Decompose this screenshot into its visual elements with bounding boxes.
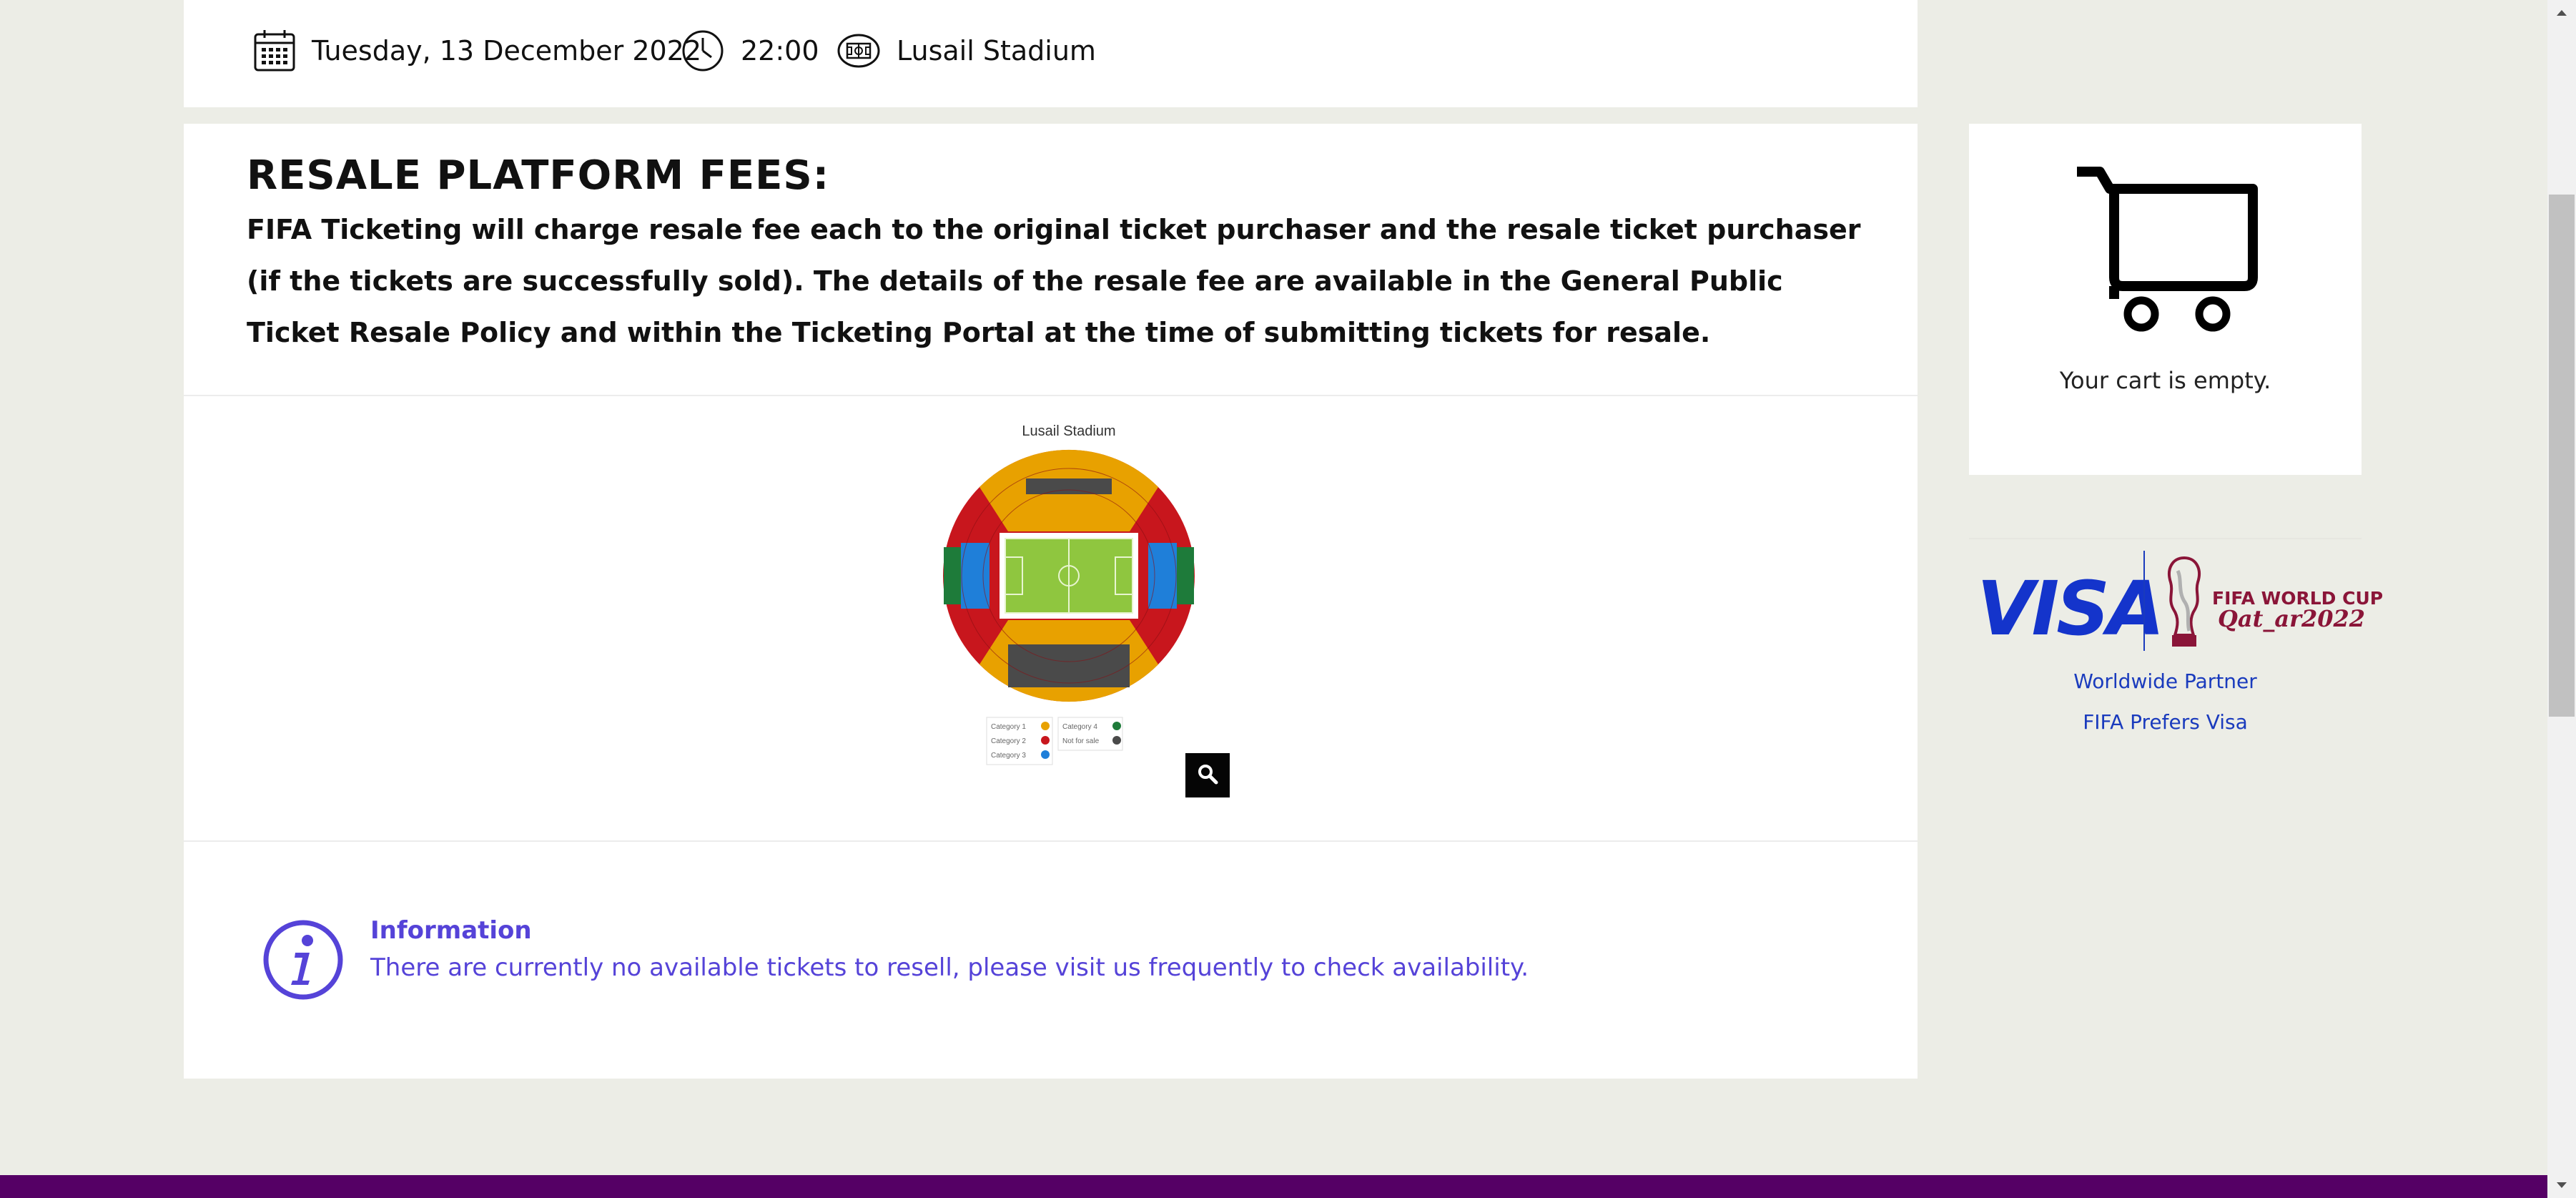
world-cup-trophy-icon <box>2161 555 2208 653</box>
match-venue-text: Lusail Stadium <box>897 35 1096 67</box>
cart-panel: Your cart is empty. <box>1969 124 2362 475</box>
svg-text:Category 3: Category 3 <box>991 752 1026 760</box>
svg-text:Category 4: Category 4 <box>1062 723 1097 731</box>
stadium-map-title: Lusail Stadium <box>1022 423 1115 439</box>
info-icon <box>262 919 344 1004</box>
fifa-prefers-visa-link[interactable]: FIFA Prefers Visa <box>1969 710 2362 734</box>
svg-text:Not for sale: Not for sale <box>1062 737 1100 745</box>
information-message: There are currently no available tickets… <box>370 953 1529 982</box>
divider <box>184 840 1918 842</box>
calendar-icon <box>253 29 296 73</box>
svg-text:Category 1: Category 1 <box>991 723 1026 731</box>
world-cup-year: Qat_ar2022 <box>2218 605 2366 632</box>
match-venue: Lusail Stadium <box>837 26 1096 76</box>
clock-icon <box>681 29 725 73</box>
divider <box>184 395 1918 396</box>
match-date: Tuesday, 13 December 2022 <box>253 26 701 76</box>
resale-fees-text: FIFA Ticketing will charge resale fee ea… <box>247 214 1861 348</box>
search-icon <box>1197 763 1218 788</box>
footer-bar <box>0 1175 2547 1198</box>
worldwide-partner-link[interactable]: Worldwide Partner <box>1969 669 2362 693</box>
resale-fees-title: RESALE PLATFORM FEES: <box>247 152 830 199</box>
match-time-text: 22:00 <box>741 35 819 67</box>
scroll-up-arrow[interactable] <box>2547 0 2576 26</box>
match-info-bar: Tuesday, 13 December 2022 22:00 Lusail S… <box>184 0 1918 107</box>
stadium-map[interactable]: Lusail Stadium Category 1 Category 2 Cat… <box>922 417 1215 932</box>
cart-empty-text: Your cart is empty. <box>2059 367 2271 394</box>
match-date-text: Tuesday, 13 December 2022 <box>312 35 702 67</box>
main-content: RESALE PLATFORM FEES: FIFA Ticketing wil… <box>184 124 1918 1079</box>
scroll-down-arrow[interactable] <box>2547 1172 2576 1198</box>
sponsor-divider <box>1969 538 2362 539</box>
zoom-map-button[interactable] <box>1185 753 1230 797</box>
svg-text:Category 2: Category 2 <box>991 737 1026 745</box>
information-title: Information <box>370 916 532 945</box>
sponsor-separator <box>2143 551 2145 651</box>
shopping-cart-icon <box>2073 163 2259 338</box>
scrollbar-thumb[interactable] <box>2549 195 2575 717</box>
stadium-icon <box>837 31 881 71</box>
match-time: 22:00 <box>681 26 819 76</box>
visa-logo: VISA <box>1977 565 2165 652</box>
